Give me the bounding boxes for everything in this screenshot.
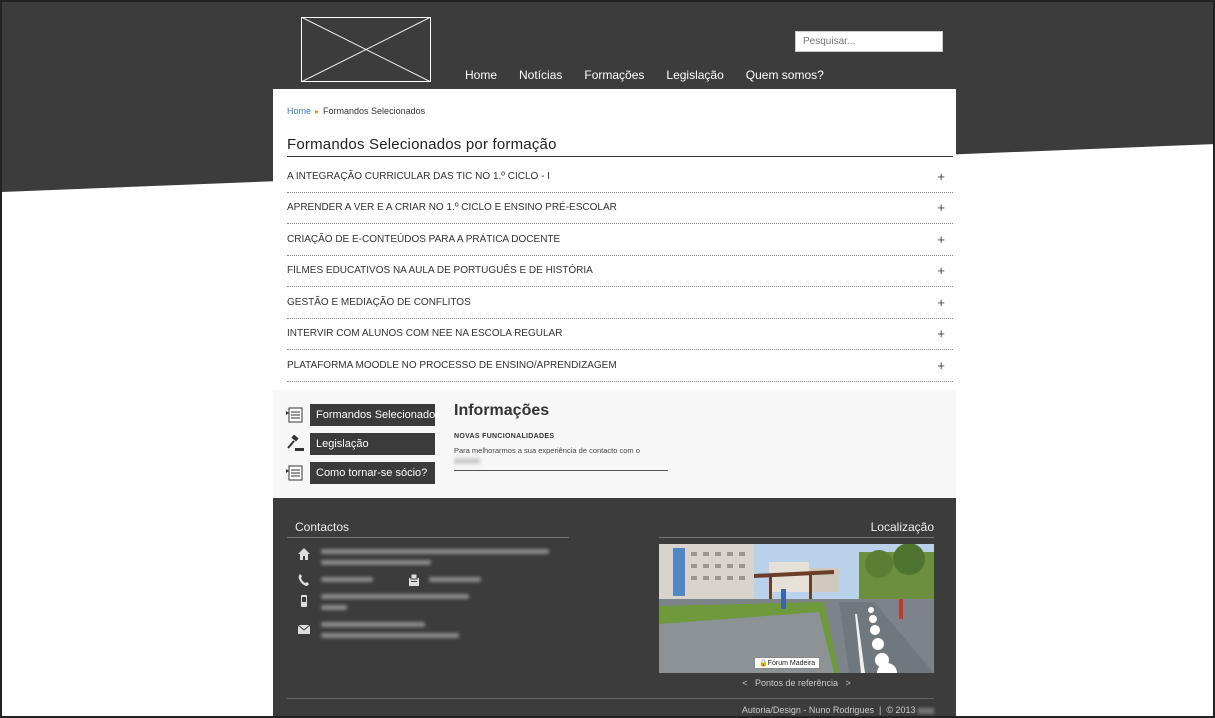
course-row[interactable]: APRENDER A VER E A CRIAR NO 1.º CICLO E … bbox=[287, 193, 953, 224]
main-content: Home ▸ Formandos Selecionados Formandos Se… bbox=[273, 89, 956, 387]
reference-points: < Pontos de referência > bbox=[659, 678, 934, 688]
side-link-label[interactable]: Como tornar-se sócio? bbox=[310, 462, 435, 484]
side-link-legislacao[interactable]: Legislação bbox=[283, 433, 435, 455]
redacted-mobile bbox=[321, 605, 347, 610]
nav-legislacao[interactable]: Legislação bbox=[655, 68, 734, 84]
contacts-divider bbox=[287, 537, 569, 538]
expand-plus-icon[interactable]: + bbox=[937, 232, 945, 247]
footer-divider bbox=[287, 698, 934, 699]
redacted-address bbox=[321, 549, 549, 554]
redacted-name bbox=[918, 707, 934, 714]
location-title: Localização bbox=[870, 520, 934, 534]
mail-icon bbox=[297, 622, 311, 636]
course-row[interactable]: GESTÃO E MEDIAÇÃO DE CONFLITOS + bbox=[287, 287, 953, 319]
prev-arrow-button[interactable]: < bbox=[742, 678, 747, 688]
expand-plus-icon[interactable]: + bbox=[937, 295, 945, 310]
expand-plus-icon[interactable]: + bbox=[937, 169, 945, 184]
side-link-label[interactable]: Formandos Selecionados bbox=[310, 404, 441, 426]
redacted-phone bbox=[321, 577, 373, 582]
breadcrumb-arrow-icon: ▸ bbox=[315, 107, 320, 116]
side-link-formandos[interactable]: Formandos Selecionados bbox=[283, 404, 441, 426]
info-text: Para melhorarmos a sua experiência de co… bbox=[454, 446, 640, 455]
redacted-email bbox=[321, 622, 425, 627]
document-icon bbox=[283, 462, 307, 484]
nav-quem-somos[interactable]: Quem somos? bbox=[735, 68, 835, 84]
course-row[interactable]: A INTEGRAÇÃO CURRICULAR DAS TIC NO 1.º C… bbox=[287, 161, 953, 193]
fax-icon bbox=[407, 573, 421, 587]
expand-plus-icon[interactable]: + bbox=[937, 263, 945, 278]
copyright-text: © 2013 bbox=[886, 705, 916, 715]
mobile-icon bbox=[299, 594, 313, 608]
redacted-email bbox=[321, 633, 459, 638]
next-arrow-button[interactable]: > bbox=[846, 678, 851, 688]
logo-placeholder[interactable] bbox=[301, 17, 431, 82]
course-label: PLATAFORMA MOODLE NO PROCESSO DE ENSINO/… bbox=[287, 359, 617, 371]
search-input[interactable] bbox=[795, 31, 943, 52]
street-view-image bbox=[659, 544, 934, 673]
map-place-tag[interactable]: 🔒​Fórum Madeira bbox=[754, 657, 821, 669]
breadcrumb: Home ▸ Formandos Selecionados bbox=[287, 106, 425, 116]
breadcrumb-current: Formandos Selecionados bbox=[323, 106, 426, 116]
info-divider bbox=[454, 470, 668, 471]
home-icon bbox=[297, 547, 311, 561]
footer: Contactos Localização bbox=[273, 498, 956, 716]
course-row[interactable]: FILMES EDUCATIVOS NA AULA DE PORTUGUÊS E… bbox=[287, 256, 953, 287]
reference-points-label: Pontos de referência bbox=[754, 678, 839, 688]
info-subtitle[interactable]: NOVAS FUNCIONALIDADES bbox=[454, 433, 554, 440]
credits-separator: | bbox=[878, 705, 882, 715]
course-label: INTERVIR COM ALUNOS COM NEE NA ESCOLA RE… bbox=[287, 328, 563, 340]
side-link-socio[interactable]: Como tornar-se sócio? bbox=[283, 462, 435, 484]
course-label: GESTÃO E MEDIAÇÃO DE CONFLITOS bbox=[287, 296, 471, 308]
street-view-map[interactable]: 🔒​Fórum Madeira bbox=[659, 544, 934, 673]
contacts-title: Contactos bbox=[295, 520, 350, 534]
redacted-fax bbox=[429, 577, 481, 582]
redacted-address bbox=[321, 560, 431, 565]
course-row[interactable]: INTERVIR COM ALUNOS COM NEE NA ESCOLA RE… bbox=[287, 319, 953, 350]
nav-formacoes[interactable]: Formações bbox=[573, 68, 655, 84]
expand-plus-icon[interactable]: + bbox=[937, 326, 945, 341]
info-section: Formandos Selecionados Legislação Como t… bbox=[273, 390, 956, 498]
nav-noticias[interactable]: Notícias bbox=[508, 68, 573, 84]
course-label: FILMES EDUCATIVOS NA AULA DE PORTUGUÊS E… bbox=[287, 265, 593, 277]
course-label: A INTEGRAÇÃO CURRICULAR DAS TIC NO 1.º C… bbox=[287, 170, 550, 182]
course-label: CRIAÇÃO DE E-CONTEÚDOS PARA A PRÁTICA DO… bbox=[287, 233, 561, 245]
gavel-icon bbox=[283, 433, 307, 455]
course-accordion: A INTEGRAÇÃO CURRICULAR DAS TIC NO 1.º C… bbox=[287, 161, 953, 382]
course-row[interactable]: PLATAFORMA MOODLE NO PROCESSO DE ENSINO/… bbox=[287, 350, 953, 382]
phone-icon bbox=[297, 573, 311, 587]
breadcrumb-home-link[interactable]: Home bbox=[287, 106, 311, 116]
lock-icon: 🔒​ bbox=[759, 660, 768, 667]
main-nav: Home Notícias Formações Legislação Quem … bbox=[454, 68, 835, 84]
location-divider bbox=[659, 537, 934, 538]
browser-viewport: Home Notícias Formações Legislação Quem … bbox=[0, 0, 1215, 718]
course-label: APRENDER A VER E A CRIAR NO 1.º CICLO E … bbox=[287, 202, 617, 214]
document-icon bbox=[283, 404, 307, 426]
redacted-mobile bbox=[321, 594, 469, 599]
credits-author: Autoria/Design - Nuno Rodrigues bbox=[741, 705, 874, 715]
expand-plus-icon[interactable]: + bbox=[937, 200, 945, 215]
expand-plus-icon[interactable]: + bbox=[937, 358, 945, 373]
redacted-text bbox=[454, 458, 480, 464]
nav-home[interactable]: Home bbox=[454, 68, 508, 84]
map-place-label: Fórum Madeira bbox=[767, 660, 816, 667]
info-title: Informações bbox=[454, 402, 550, 419]
page-title: Formandos Selecionados por formação bbox=[287, 136, 953, 157]
course-row[interactable]: CRIAÇÃO DE E-CONTEÚDOS PARA A PRÁTICA DO… bbox=[287, 224, 953, 256]
credits: Autoria/Design - Nuno Rodrigues | © 2013 bbox=[742, 705, 934, 715]
side-link-label[interactable]: Legislação bbox=[310, 433, 435, 455]
